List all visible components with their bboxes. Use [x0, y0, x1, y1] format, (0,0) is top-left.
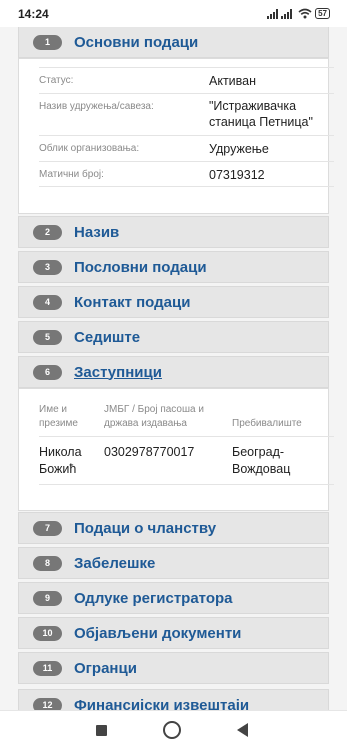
section-title: Основни подаци: [74, 33, 199, 51]
main-content: 1 Основни подаци Статус: Активан Назив у…: [0, 27, 347, 710]
section-title: Огранци: [74, 659, 137, 677]
status-label: Статус:: [39, 75, 74, 86]
rep-residence-line1: Београд-: [232, 445, 285, 459]
name-label: Назив удружења/савеза:: [39, 101, 154, 112]
section-number-badge: 4: [33, 294, 62, 310]
section-title: Контакт подаци: [74, 293, 191, 311]
section-header-notes[interactable]: 8 Забелешке: [18, 547, 329, 579]
section-number-badge: 10: [33, 625, 62, 641]
section-header-published-documents[interactable]: 10 Објављени документи: [18, 617, 329, 649]
section-title: Финансијски извештаји: [74, 696, 250, 711]
signal-icon: [267, 8, 279, 19]
section-title: Назив: [74, 223, 120, 241]
section-header-business-data[interactable]: 3 Пословни подаци: [18, 251, 329, 283]
section-title: Седиште: [74, 328, 141, 346]
section-number-badge: 11: [33, 660, 62, 676]
kv-row-status: Статус: Активан: [39, 67, 334, 93]
representatives-panel: Име и презиме ЈМБГ / Број пасоша и држав…: [18, 388, 334, 511]
section-number-badge: 2: [33, 224, 62, 240]
section-header-contact-data[interactable]: 4 Контакт подаци: [18, 286, 329, 318]
form-label: Облик организовања:: [39, 143, 140, 154]
section-header-membership[interactable]: 7 Подаци о чланству: [18, 512, 329, 544]
section-number-badge: 9: [33, 590, 62, 606]
id-value: 07319312: [209, 168, 265, 182]
home-icon[interactable]: [163, 721, 181, 739]
rep-residence-line2: Вождовац: [232, 462, 291, 476]
section-number-badge: 12: [33, 697, 62, 710]
section-number-badge: 8: [33, 555, 62, 571]
section-header-representatives[interactable]: 6 Заступници: [18, 356, 329, 388]
section-title: Одлуке регистратора: [74, 589, 233, 607]
rep-jmbg: 0302978770017: [104, 445, 195, 459]
section-number-badge: 1: [33, 34, 62, 50]
status-bar: 14:24 57: [0, 0, 347, 27]
section-header-financial-reports[interactable]: 12 Финансијски извештаји: [18, 689, 329, 710]
col-name-line2: презиме: [39, 418, 78, 429]
kv-row-name: Назив удружења/савеза: "Истраживачка ста…: [39, 93, 334, 135]
id-label: Матични број:: [39, 169, 104, 180]
section-title: Објављени документи: [74, 624, 242, 642]
battery-icon: 57: [315, 8, 330, 19]
name-value-line2: станица Петница": [209, 115, 313, 129]
col-name-line1: Име и: [39, 404, 67, 415]
name-value-line1: "Истраживачка: [209, 99, 297, 113]
kv-row-form: Облик организовања: Удружење: [39, 135, 334, 161]
table-bottom-line: [39, 484, 334, 485]
kv-row-id: Матични број: 07319312: [39, 161, 334, 187]
section-header-basic-data[interactable]: 1 Основни подаци: [18, 27, 329, 58]
section-header-seat[interactable]: 5 Седиште: [18, 321, 329, 353]
section-number-badge: 7: [33, 520, 62, 536]
rep-name-line1: Никола: [39, 445, 82, 459]
status-icons: 57: [267, 8, 330, 19]
section-title: Забелешке: [74, 554, 156, 572]
section-title: Подаци о чланству: [74, 519, 217, 537]
back-icon[interactable]: [237, 723, 248, 737]
section-number-badge: 5: [33, 329, 62, 345]
recent-apps-icon[interactable]: [96, 725, 107, 736]
col-jmbg-line2: држава издавања: [104, 418, 187, 429]
col-residence: Пребивалиште: [232, 418, 302, 429]
section-header-registrar-decisions[interactable]: 9 Одлуке регистратора: [18, 582, 329, 614]
status-time: 14:24: [18, 6, 49, 21]
basic-data-panel: Статус: Активан Назив удружења/савеза: "…: [18, 58, 334, 214]
table-divider: [39, 436, 334, 437]
signal-icon-secondary: [281, 8, 293, 19]
section-title: Пословни подаци: [74, 258, 207, 276]
section-number-badge: 6: [33, 364, 62, 380]
section-title: Заступници: [74, 363, 162, 381]
col-jmbg-line1: ЈМБГ / Број пасоша и: [104, 404, 204, 415]
section-header-branches[interactable]: 11 Огранци: [18, 652, 329, 684]
status-value: Активан: [209, 74, 257, 88]
system-navigation-bar: [0, 710, 347, 750]
wifi-icon: [298, 8, 312, 19]
section-number-badge: 3: [33, 259, 62, 275]
form-value: Удружење: [209, 142, 269, 156]
rep-name-line2: Божић: [39, 462, 77, 476]
section-header-name[interactable]: 2 Назив: [18, 216, 329, 248]
